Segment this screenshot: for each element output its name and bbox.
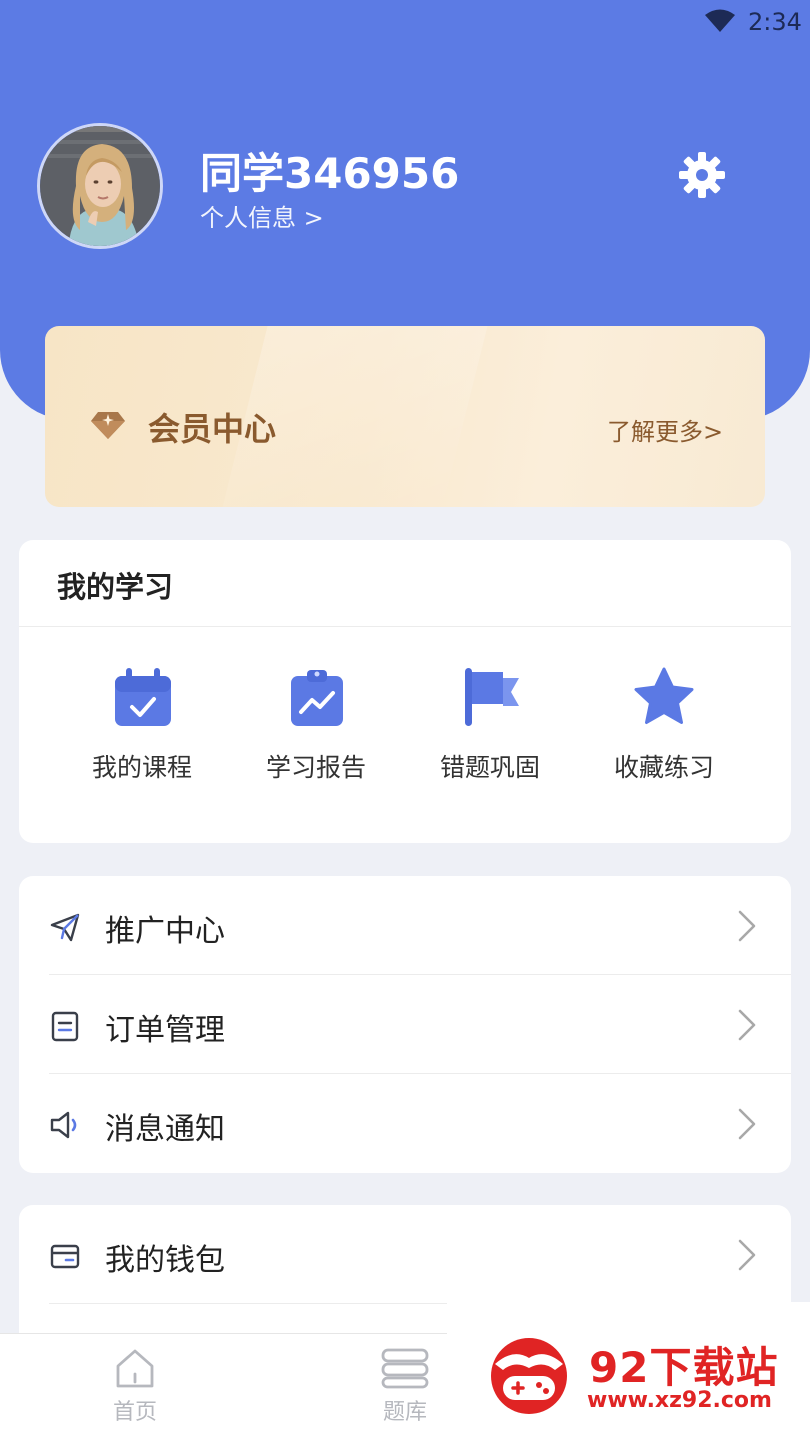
clipboard-chart-icon: [291, 670, 343, 726]
chevron-right-icon: [738, 1108, 756, 1140]
menu-item-label: 消息通知: [105, 1112, 225, 1147]
document-icon: [51, 1011, 79, 1042]
watermark-overlay: 92下载站 www.xz92.com: [447, 1302, 810, 1440]
chevron-right-icon: [738, 910, 756, 942]
diamond-icon: [91, 412, 125, 439]
question-bank-icon: [381, 1348, 429, 1389]
study-item-label: 我的课程: [91, 753, 192, 782]
chevron-right-icon: [738, 1009, 756, 1041]
settings-gear-icon[interactable]: [677, 150, 727, 200]
nav-tab-label: 首页: [112, 1400, 157, 1425]
menu-item-notifications[interactable]: 消息通知: [19, 1074, 791, 1173]
star-icon: [634, 667, 694, 724]
study-item-label: 学习报告: [265, 753, 366, 782]
menu-item-my-wallet[interactable]: 我的钱包: [19, 1205, 791, 1304]
flag-icon: [465, 668, 519, 726]
paper-plane-icon: [50, 913, 80, 942]
menu-item-label: 我的钱包: [105, 1243, 225, 1278]
study-section-title: 我的学习: [57, 570, 174, 604]
speaker-icon: [50, 1111, 77, 1139]
study-item-favorites[interactable]: 收藏练习: [589, 664, 739, 794]
menu-item-order-management[interactable]: 订单管理: [19, 975, 791, 1074]
watermark-url: www.xz92.com: [587, 1388, 772, 1413]
status-bar: 2:34: [0, 0, 810, 44]
status-time: 2:34: [748, 8, 802, 36]
menu-item-label: 订单管理: [105, 1013, 225, 1048]
study-item-label: 收藏练习: [613, 753, 714, 782]
study-item-label: 错题巩固: [439, 753, 540, 782]
calendar-check-icon: [115, 668, 171, 726]
vip-center-card[interactable]: 会员中心 了解更多>: [45, 326, 765, 507]
vip-title: 会员中心: [148, 410, 277, 448]
my-study-card: 我的学习 我的课程 学习报告 错题巩固 收藏练习: [19, 540, 791, 843]
gamepad-logo-icon: [491, 1338, 567, 1414]
menu-item-promotion-center[interactable]: 推广中心: [19, 876, 791, 975]
study-item-wrong-questions[interactable]: 错题巩固: [415, 664, 565, 794]
chevron-right-icon: [738, 1239, 756, 1271]
menu-item-label: 推广中心: [105, 914, 225, 949]
study-item-study-report[interactable]: 学习报告: [241, 664, 391, 794]
study-item-my-courses[interactable]: 我的课程: [67, 664, 217, 794]
username[interactable]: 同学346956: [200, 140, 459, 201]
nav-tab-home[interactable]: 首页: [75, 1346, 195, 1426]
home-icon: [116, 1349, 154, 1388]
wallet-icon: [50, 1244, 80, 1269]
watermark-title: 92下载站: [589, 1343, 779, 1392]
personal-info-link[interactable]: 个人信息 >: [200, 198, 324, 233]
avatar[interactable]: [37, 123, 163, 249]
wifi-icon: [705, 9, 735, 32]
vip-learn-more-link[interactable]: 了解更多>: [607, 412, 723, 447]
menu-group-1: 推广中心 订单管理 消息通知: [19, 876, 791, 1173]
divider: [19, 626, 791, 627]
